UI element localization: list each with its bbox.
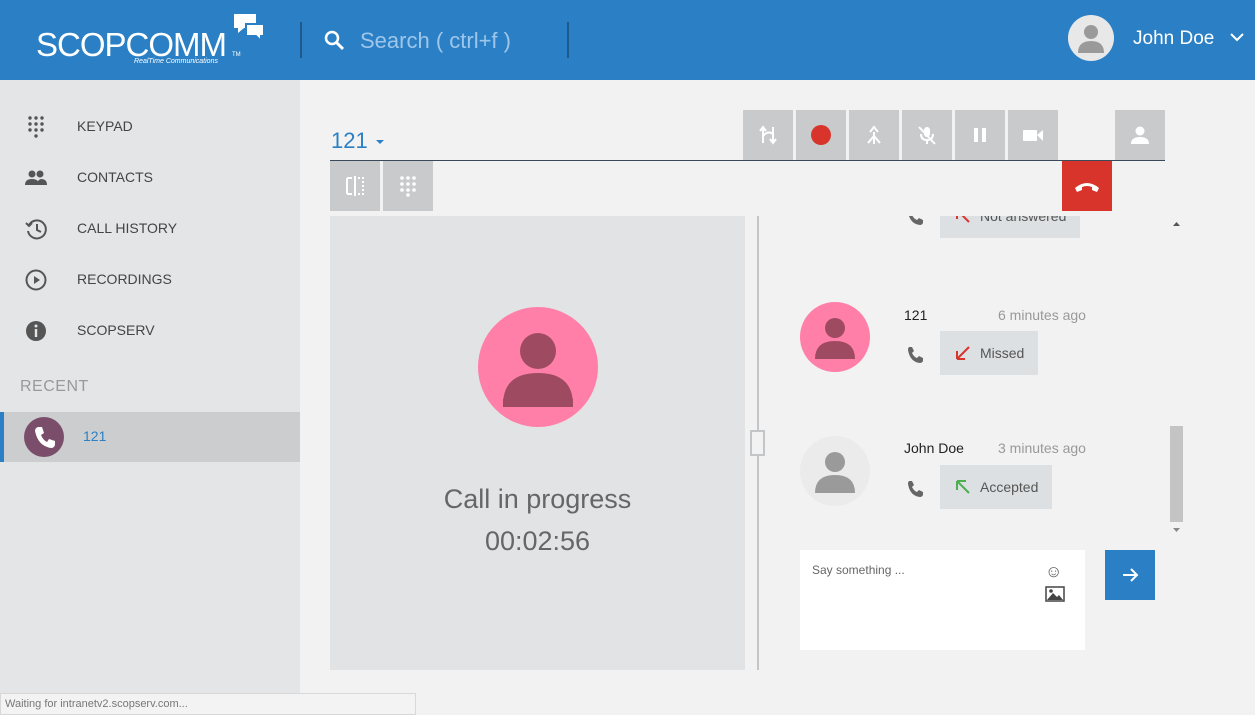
record-icon [811, 125, 831, 145]
pause-icon [974, 128, 986, 142]
call-status: Call in progress [443, 484, 632, 514]
transfer-icon [759, 125, 777, 145]
scopcomm-logo[interactable]: SCOPCOMM RealTime Communications TM [36, 14, 266, 70]
history-icon [25, 219, 47, 240]
call-status-badge: Not answered [940, 216, 1081, 238]
sidebar-item-label: SCOPSERV [77, 322, 155, 338]
video-icon [1023, 130, 1043, 141]
dialpad-button[interactable] [383, 161, 433, 211]
emoji-icon[interactable]: ☺ [1045, 562, 1062, 582]
pause-button[interactable] [955, 110, 1005, 160]
message-input[interactable] [812, 560, 1032, 580]
split-view-icon [346, 176, 364, 196]
caller-avatar [478, 307, 598, 427]
message-sender: John Doe [904, 440, 964, 456]
top-header: SCOPCOMM RealTime Communications TM John… [0, 0, 1255, 80]
play-icon [25, 269, 47, 291]
person-icon [815, 318, 855, 359]
person-icon [815, 452, 855, 493]
call-status-badge: Missed [940, 331, 1039, 375]
sidebar-item-scopserv[interactable]: SCOPSERV [0, 309, 300, 349]
contacts-icon [25, 170, 47, 185]
image-icon[interactable] [1045, 586, 1065, 602]
sidebar-item-recordings[interactable]: RECORDINGS [0, 258, 300, 298]
video-button[interactable] [1008, 110, 1058, 160]
sidebar-item-label: RECORDINGS [77, 271, 172, 287]
message-sender: 121 [904, 307, 928, 323]
arrow-right-icon [1123, 568, 1139, 582]
chat-scrollbar-thumb[interactable] [1170, 426, 1183, 522]
sidebar-item-label: CONTACTS [77, 169, 153, 185]
mute-icon [918, 126, 936, 145]
sidebar-item-call-history[interactable]: CALL HISTORY [0, 207, 300, 247]
search-icon[interactable] [324, 30, 346, 52]
title-divider [330, 160, 1165, 161]
resize-handle[interactable] [750, 430, 765, 456]
user-name[interactable]: John Doe [1133, 28, 1214, 50]
record-button[interactable] [796, 110, 846, 160]
recent-item-label: 121 [83, 428, 107, 444]
scroll-down-icon[interactable] [1172, 527, 1181, 533]
call-panel: Call in progress 00:02:56 [330, 216, 745, 670]
merge-button[interactable] [849, 110, 899, 160]
keypad-icon [28, 116, 44, 138]
call-status-label: Accepted [980, 479, 1039, 495]
header-separator [300, 22, 302, 58]
call-status-label: Missed [980, 345, 1025, 361]
split-view-button[interactable] [330, 161, 380, 211]
sidebar-item-label: CALL HISTORY [77, 220, 178, 236]
phone-icon [909, 216, 923, 225]
hangup-button[interactable] [1062, 161, 1112, 211]
message-avatar [800, 436, 870, 506]
call-status-badge: Accepted [940, 465, 1053, 509]
send-button[interactable] [1105, 550, 1155, 600]
user-avatar[interactable] [1068, 15, 1114, 61]
scroll-up-icon[interactable] [1172, 221, 1181, 227]
info-icon [26, 321, 46, 341]
sidebar: KEYPAD CONTACTS CALL HISTORY RECORDINGS [0, 80, 300, 715]
accepted-arrow-icon [956, 480, 970, 494]
dialpad-icon [400, 176, 416, 197]
contact-icon [1131, 126, 1149, 144]
phone-icon [908, 347, 923, 363]
phone-icon [908, 481, 923, 497]
transfer-button[interactable] [743, 110, 793, 160]
chevron-down-icon[interactable] [1230, 32, 1244, 42]
call-timer: 00:02:56 [484, 526, 591, 556]
phone-icon [35, 427, 55, 448]
sidebar-item-contacts[interactable]: CONTACTS [0, 156, 300, 196]
merge-icon [867, 125, 881, 144]
message-avatar [800, 302, 870, 372]
outgoing-arrow-icon [956, 216, 970, 223]
sidebar-item-keypad[interactable]: KEYPAD [0, 105, 300, 145]
recent-item[interactable]: 121 [0, 412, 300, 462]
person-icon [503, 333, 573, 407]
header-separator [567, 22, 569, 58]
search-input[interactable] [360, 26, 560, 56]
message-time: 3 minutes ago [998, 440, 1086, 456]
call-status-label: Not answered [980, 216, 1067, 224]
mute-button[interactable] [902, 110, 952, 160]
contact-button[interactable] [1115, 110, 1165, 160]
caret-down-icon[interactable] [375, 139, 385, 145]
recent-heading: RECENT [20, 378, 89, 395]
hangup-icon [1075, 183, 1099, 192]
logo-tm: TM [232, 52, 241, 58]
logo-tagline: RealTime Communications [134, 58, 218, 65]
browser-status-bar: Waiting for intranetv2.scopserv.com... [0, 693, 416, 715]
chat-bubbles-icon [234, 14, 265, 44]
recent-avatar [24, 417, 64, 457]
message-time: 6 minutes ago [998, 307, 1086, 323]
missed-arrow-icon [956, 346, 970, 360]
sidebar-item-label: KEYPAD [77, 118, 133, 134]
call-history-feed: Not answered 121 6 minutes ago Missed Jo… [790, 216, 1170, 536]
call-number[interactable]: 121 [331, 128, 368, 154]
person-icon [1078, 25, 1104, 53]
message-compose: ☺ [800, 550, 1085, 650]
